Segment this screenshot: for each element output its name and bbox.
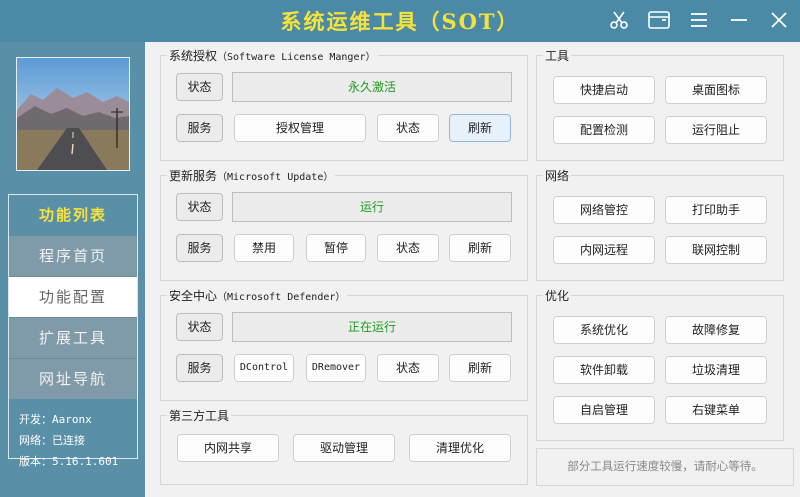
junk-clean-button[interactable]: 垃圾清理 bbox=[665, 356, 767, 384]
license-status-label[interactable]: 状态 bbox=[176, 73, 223, 101]
window-icon[interactable] bbox=[648, 9, 670, 31]
startup-manage-button[interactable]: 自启管理 bbox=[553, 396, 655, 424]
defender-refresh-button[interactable]: 刷新 bbox=[449, 354, 511, 382]
license-service-label[interactable]: 服务 bbox=[176, 114, 223, 142]
software-uninstall-button[interactable]: 软件卸载 bbox=[553, 356, 655, 384]
network-info: 网络：已连接 bbox=[19, 434, 85, 447]
defender-group: 安全中心（Microsoft Defender） 状态 正在运行 服务 DCon… bbox=[160, 287, 528, 401]
license-refresh-button[interactable]: 刷新 bbox=[449, 114, 511, 142]
run-block-button[interactable]: 运行阻止 bbox=[665, 116, 767, 144]
avatar-photo bbox=[16, 57, 130, 171]
license-group: 系统授权（Software License Manger） 状态 永久激活 服务… bbox=[160, 47, 528, 161]
tools-title: 工具 bbox=[543, 47, 572, 64]
minimize-icon[interactable] bbox=[728, 9, 750, 31]
update-status-value: 运行 bbox=[232, 192, 512, 222]
license-status-button[interactable]: 状态 bbox=[377, 114, 439, 142]
update-pause-button[interactable]: 暂停 bbox=[306, 234, 366, 262]
scissors-icon[interactable] bbox=[608, 9, 630, 31]
defender-title: 安全中心（Microsoft Defender） bbox=[167, 287, 348, 304]
function-menu: 功能列表 程序首页 功能配置 扩展工具 网址导航 开发：Aaronx 网络：已连… bbox=[8, 194, 138, 468]
sidebar-item-home[interactable]: 程序首页 bbox=[9, 235, 137, 276]
update-disable-button[interactable]: 禁用 bbox=[234, 234, 294, 262]
license-title: 系统授权（Software License Manger） bbox=[167, 47, 378, 64]
clean-optimize-button[interactable]: 清理优化 bbox=[409, 434, 511, 462]
title-bar: 系统运维工具（SOT） bbox=[0, 0, 800, 42]
internet-control-button[interactable]: 联网控制 bbox=[665, 236, 767, 264]
lan-remote-button[interactable]: 内网远程 bbox=[553, 236, 655, 264]
license-manage-button[interactable]: 授权管理 bbox=[234, 114, 366, 142]
defender-service-label[interactable]: 服务 bbox=[176, 354, 223, 382]
thirdparty-group: 第三方工具 内网共享 驱动管理 清理优化 bbox=[160, 407, 528, 485]
context-menu-button[interactable]: 右键菜单 bbox=[665, 396, 767, 424]
dcontrol-button[interactable]: DControl bbox=[234, 354, 294, 382]
dremover-button[interactable]: DRemover bbox=[306, 354, 366, 382]
update-title: 更新服务（Microsoft Update） bbox=[167, 167, 336, 184]
driver-manage-button[interactable]: 驱动管理 bbox=[293, 434, 395, 462]
print-helper-button[interactable]: 打印助手 bbox=[665, 196, 767, 224]
sidebar-item-config[interactable]: 功能配置 bbox=[9, 276, 137, 317]
thirdparty-title: 第三方工具 bbox=[167, 407, 232, 424]
network-group: 网络 网络管控 打印助手 内网远程 联网控制 bbox=[536, 167, 784, 281]
app-info: 开发：Aaronx 网络：已连接 版本：5.16.1.601 bbox=[9, 399, 137, 472]
defender-status-value: 正在运行 bbox=[232, 312, 512, 342]
developer-info: 开发：Aaronx bbox=[19, 413, 92, 426]
lan-share-button[interactable]: 内网共享 bbox=[177, 434, 279, 462]
tools-group: 工具 快捷启动 桌面图标 配置检测 运行阻止 bbox=[536, 47, 784, 161]
patience-note: 部分工具运行速度较慢，请耐心等待。 bbox=[536, 448, 794, 486]
menu-icon[interactable] bbox=[688, 9, 710, 31]
sidebar: 功能列表 程序首页 功能配置 扩展工具 网址导航 开发：Aaronx 网络：已连… bbox=[0, 42, 145, 497]
update-status-label[interactable]: 状态 bbox=[176, 193, 223, 221]
close-icon[interactable] bbox=[768, 9, 790, 31]
fault-repair-button[interactable]: 故障修复 bbox=[665, 316, 767, 344]
defender-status-label[interactable]: 状态 bbox=[176, 313, 223, 341]
update-refresh-button[interactable]: 刷新 bbox=[449, 234, 511, 262]
sidebar-item-links[interactable]: 网址导航 bbox=[9, 358, 137, 399]
system-optimize-button[interactable]: 系统优化 bbox=[553, 316, 655, 344]
main-panel: 系统授权（Software License Manger） 状态 永久激活 服务… bbox=[145, 42, 800, 497]
update-service-label[interactable]: 服务 bbox=[176, 234, 223, 262]
optimize-title: 优化 bbox=[543, 287, 572, 304]
menu-title: 功能列表 bbox=[38, 206, 107, 224]
update-status-button[interactable]: 状态 bbox=[377, 234, 439, 262]
defender-status-button[interactable]: 状态 bbox=[377, 354, 439, 382]
config-check-button[interactable]: 配置检测 bbox=[553, 116, 655, 144]
quick-launch-button[interactable]: 快捷启动 bbox=[553, 76, 655, 104]
network-title: 网络 bbox=[543, 167, 572, 184]
desktop-icon-button[interactable]: 桌面图标 bbox=[665, 76, 767, 104]
update-group: 更新服务（Microsoft Update） 状态 运行 服务 禁用 暂停 状态… bbox=[160, 167, 528, 281]
sidebar-item-extensions[interactable]: 扩展工具 bbox=[9, 317, 137, 358]
license-status-value: 永久激活 bbox=[232, 72, 512, 102]
version-info: 版本：5.16.1.601 bbox=[19, 455, 119, 468]
optimize-group: 优化 系统优化 故障修复 软件卸载 垃圾清理 自启管理 右键菜单 bbox=[536, 287, 784, 441]
network-control-button[interactable]: 网络管控 bbox=[553, 196, 655, 224]
